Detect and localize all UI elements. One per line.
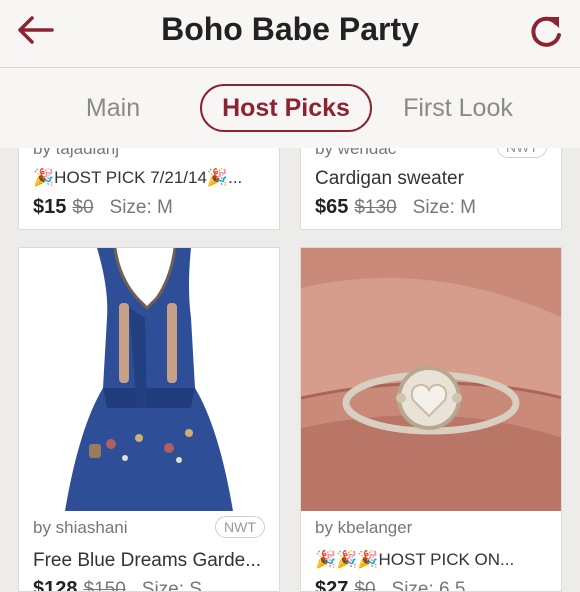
listing-card[interactable]: by wendac NWT Cardigan sweater $65$130 Si…	[300, 148, 562, 230]
seller-name: by tajadianj	[33, 148, 120, 158]
app-header: Boho Babe Party	[0, 0, 580, 68]
ring-image	[301, 248, 561, 511]
tab-main[interactable]: Main	[58, 84, 168, 132]
price-row: $65 $130 Size: M	[315, 196, 476, 219]
listing-size: Size: S	[141, 579, 202, 592]
dress-photo[interactable]	[19, 248, 279, 511]
nwt-badge: NWT	[497, 148, 547, 158]
listing-title: 🎉HOST PICK 7/21/14🎉...	[33, 168, 243, 187]
listing-size: Size: 6.5	[391, 579, 466, 592]
refresh-button[interactable]	[526, 8, 566, 52]
listing-title: Free Blue Dreams Garde...	[33, 550, 262, 571]
seller-name: by kbelanger	[315, 518, 413, 537]
price-row: $128 $150 Size: S	[33, 578, 202, 592]
original-price: $150	[83, 579, 126, 592]
blue-dress-image	[19, 248, 279, 511]
listing-size: Size: M	[412, 197, 477, 218]
listing-card[interactable]: by tajadianj 🎉HOST PICK 7/21/14🎉... $15 $…	[18, 148, 280, 230]
tab-bar: Main Host Picks First Look	[0, 68, 580, 148]
original-price: $130	[354, 197, 397, 218]
listing-card[interactable]: by shiashani NWT Free Blue Dreams Garde.…	[18, 247, 280, 592]
seller-name: by wendac	[315, 148, 397, 158]
listing-price: $65	[315, 196, 349, 218]
listing-price: $15	[33, 196, 67, 218]
listing-title: 🎉🎉🎉HOST PICK ON...	[315, 550, 515, 569]
ring-photo[interactable]	[301, 248, 561, 511]
listing-card[interactable]: by kbelanger 🎉🎉🎉HOST PICK ON... $27 $0 Siz…	[300, 247, 562, 592]
price-row: $27 $0 Size: 6.5	[315, 578, 466, 592]
original-price: $0	[354, 579, 376, 592]
tab-host-picks[interactable]: Host Picks	[200, 84, 372, 132]
listing-title: Cardigan sweater	[315, 168, 464, 189]
seller-name: by shiashani	[33, 518, 128, 537]
listing-size: Size: M	[109, 197, 173, 218]
listing-price: $128	[33, 578, 78, 592]
nwt-badge: NWT	[215, 516, 265, 538]
original-price: $0	[72, 197, 94, 218]
refresh-icon	[531, 16, 561, 47]
page-title: Boho Babe Party	[161, 11, 419, 47]
price-row: $15 $0 Size: M	[33, 196, 173, 219]
listing-price: $27	[315, 578, 349, 592]
tab-first-look[interactable]: First Look	[392, 84, 524, 132]
